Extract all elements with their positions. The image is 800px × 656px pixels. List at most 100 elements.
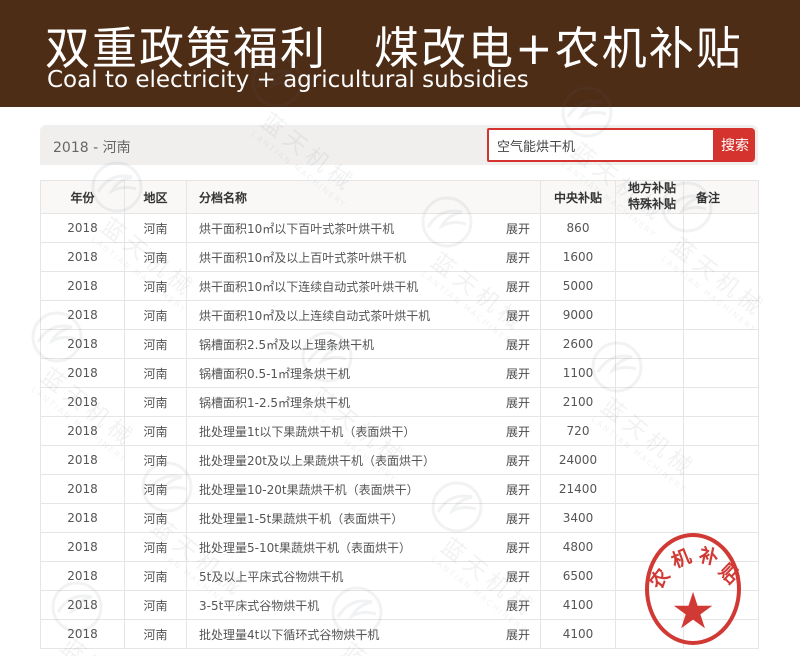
year-cell: 2018 [41, 475, 125, 504]
expand-link[interactable]: 展开 [506, 626, 530, 643]
star-icon: ★ [671, 586, 716, 636]
year-cell: 2018 [41, 388, 125, 417]
central-subsidy-cell: 2100 [541, 388, 616, 417]
tier-name: 批处理量1-5t果蔬烘干机（表面烘干） [199, 512, 403, 526]
local-subsidy-cell [616, 272, 684, 301]
col-central-subsidy: 中央补贴 [541, 181, 616, 214]
col-local-subsidy: 地方补贴 特殊补贴 [616, 181, 684, 214]
note-cell [684, 504, 759, 533]
central-subsidy-cell: 9000 [541, 301, 616, 330]
local-subsidy-cell [616, 446, 684, 475]
expand-link[interactable]: 展开 [506, 394, 530, 411]
expand-link[interactable]: 展开 [506, 365, 530, 382]
name-cell: 展开 批处理量10-20t果蔬烘干机（表面烘干） [187, 475, 541, 504]
header-row: 年份 地区 分档名称 中央补贴 地方补贴 特殊补贴 备注 [41, 181, 759, 214]
table-row: 2018河南展开烘干面积10㎡以下连续自动式茶叶烘干机5000 [41, 272, 759, 301]
central-subsidy-cell: 2600 [541, 330, 616, 359]
central-subsidy-cell: 1600 [541, 243, 616, 272]
local-subsidy-cell [616, 417, 684, 446]
region-cell: 河南 [125, 504, 187, 533]
year-cell: 2018 [41, 359, 125, 388]
col-region: 地区 [125, 181, 187, 214]
central-subsidy-cell: 5000 [541, 272, 616, 301]
region-cell: 河南 [125, 620, 187, 649]
expand-link[interactable]: 展开 [506, 307, 530, 324]
name-cell: 展开 烘干面积10㎡以下连续自动式茶叶烘干机 [187, 272, 541, 301]
expand-link[interactable]: 展开 [506, 249, 530, 266]
table-row: 2018河南展开烘干面积10㎡及以上百叶式茶叶烘干机1600 [41, 243, 759, 272]
tier-name: 3-5t平床式谷物烘干机 [199, 599, 319, 613]
central-subsidy-cell: 4100 [541, 620, 616, 649]
col-tier-name: 分档名称 [187, 181, 541, 214]
region-cell: 河南 [125, 301, 187, 330]
year-cell: 2018 [41, 446, 125, 475]
name-cell: 展开锅槽面积1-2.5㎡理条烘干机 [187, 388, 541, 417]
expand-link[interactable]: 展开 [506, 597, 530, 614]
expand-link[interactable]: 展开 [506, 539, 530, 556]
name-cell: 展开 批处理量1-5t果蔬烘干机（表面烘干） [187, 504, 541, 533]
region-cell: 河南 [125, 359, 187, 388]
tier-name: 烘干面积10㎡及以上百叶式茶叶烘干机 [199, 251, 406, 265]
central-subsidy-cell: 860 [541, 214, 616, 243]
region-cell: 河南 [125, 533, 187, 562]
expand-link[interactable]: 展开 [506, 510, 530, 527]
expand-link[interactable]: 展开 [506, 481, 530, 498]
central-subsidy-cell: 720 [541, 417, 616, 446]
table-row: 2018河南展开锅槽面积2.5㎡及以上理条烘干机2600 [41, 330, 759, 359]
central-subsidy-cell: 21400 [541, 475, 616, 504]
stamp-char: 补 [697, 546, 720, 569]
tier-name: 锅槽面积0.5-1㎡理条烘干机 [199, 367, 350, 381]
region-cell: 河南 [125, 417, 187, 446]
table-row: 2018河南展开批处理量20t及以上果蔬烘干机（表面烘干）24000 [41, 446, 759, 475]
tier-name: 锅槽面积2.5㎡及以上理条烘干机 [199, 338, 374, 352]
local-subsidy-cell [616, 330, 684, 359]
name-cell: 展开 批处理量4t以下循环式谷物烘干机 [187, 620, 541, 649]
central-subsidy-cell: 4100 [541, 591, 616, 620]
expand-link[interactable]: 展开 [506, 452, 530, 469]
table-row: 2018河南展开烘干面积10㎡及以上连续自动式茶叶烘干机9000 [41, 301, 759, 330]
tier-name: 批处理量20t及以上果蔬烘干机（表面烘干） [199, 454, 435, 468]
tier-name: 5t及以上平床式谷物烘干机 [199, 570, 343, 584]
note-cell [684, 446, 759, 475]
tier-name: 烘干面积10㎡以下连续自动式茶叶烘干机 [199, 280, 418, 294]
year-cell: 2018 [41, 562, 125, 591]
note-cell [684, 475, 759, 504]
central-subsidy-cell: 6500 [541, 562, 616, 591]
table-row: 2018河南 展开 锅槽面积0.5-1㎡理条烘干机 1100 [41, 359, 759, 388]
note-cell [684, 388, 759, 417]
name-cell: 展开批处理量5-10t果蔬烘干机（表面烘干） [187, 533, 541, 562]
search-input[interactable] [487, 128, 715, 162]
expand-link[interactable]: 展开 [506, 220, 530, 237]
search-group: 搜索 [487, 128, 755, 162]
table-row: 2018河南 展开 批处理量10-20t果蔬烘干机（表面烘干） 21400 [41, 475, 759, 504]
expand-link[interactable]: 展开 [506, 336, 530, 353]
region-cell: 河南 [125, 214, 187, 243]
central-subsidy-cell: 1100 [541, 359, 616, 388]
expand-link[interactable]: 展开 [506, 568, 530, 585]
central-subsidy-cell: 4800 [541, 533, 616, 562]
region-cell: 河南 [125, 243, 187, 272]
filter-bar: 2018 - 河南 搜索 [40, 125, 758, 165]
year-cell: 2018 [41, 214, 125, 243]
tier-name: 批处理量1t以下果蔬烘干机（表面烘干） [199, 425, 415, 439]
local-subsidy-cell [616, 214, 684, 243]
table-row: 2018河南展开批处理量1-5t果蔬烘干机（表面烘干）3400 [41, 504, 759, 533]
region-cell: 河南 [125, 475, 187, 504]
filter-label: 2018 - 河南 [53, 137, 131, 157]
banner: 双重政策福利 煤改电+农机补贴 Coal to electricity + ag… [0, 0, 800, 107]
tier-name: 批处理量10-20t果蔬烘干机（表面烘干） [199, 483, 419, 497]
stamp-char: 机 [669, 547, 694, 572]
tier-name: 批处理量4t以下循环式谷物烘干机 [199, 628, 379, 642]
note-cell [684, 301, 759, 330]
search-button[interactable]: 搜索 [715, 128, 755, 162]
local-subsidy-cell [616, 388, 684, 417]
col-local-subsidy-line1: 地方补贴 [628, 181, 683, 197]
year-cell: 2018 [41, 504, 125, 533]
name-cell: 展开 5t及以上平床式谷物烘干机 [187, 562, 541, 591]
note-cell [684, 243, 759, 272]
expand-link[interactable]: 展开 [506, 278, 530, 295]
local-subsidy-cell [616, 243, 684, 272]
expand-link[interactable]: 展开 [506, 423, 530, 440]
region-cell: 河南 [125, 562, 187, 591]
page-subtitle: Coal to electricity + agricultural subsi… [47, 67, 529, 93]
